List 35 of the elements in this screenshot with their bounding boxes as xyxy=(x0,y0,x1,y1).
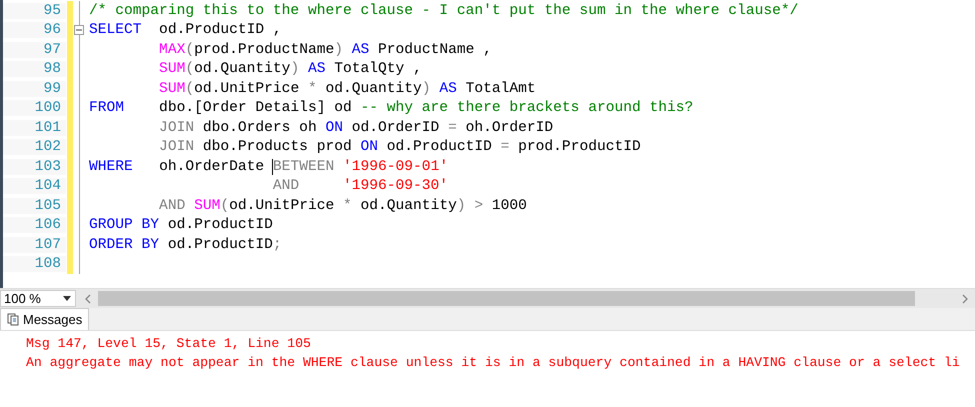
line-number: 105 xyxy=(3,198,66,214)
code-line: WHERE oh.OrderDate BETWEEN '1996-09-01' xyxy=(88,158,448,175)
line-number: 106 xyxy=(3,217,66,234)
code-line: JOIN dbo.Orders oh ON od.OrderID = oh.OrderID xyxy=(158,120,554,136)
line-number: 98 xyxy=(3,61,66,78)
error-message: Msg 147, Level 15, State 1, Line 105 xyxy=(26,335,312,353)
scrollbar-thumb[interactable] xyxy=(98,291,915,306)
error-message: An aggregate may not appear in the WHERE clause unless it is in a subquery contained in a HAVING clause or a select li xyxy=(26,354,961,372)
line-number: 108 xyxy=(3,256,66,272)
caret-icon xyxy=(63,296,71,301)
code-line: SUM(od.UnitPrice * od.Quantity) AS TotalAmt xyxy=(158,80,536,97)
code-line: SELECT od.ProductID , xyxy=(88,22,282,38)
zoom-dropdown[interactable]: 100 % xyxy=(0,290,76,307)
line-number: 101 xyxy=(3,120,66,136)
code-line: SUM(od.Quantity) AS TotalQty , xyxy=(158,61,422,78)
line-number: 100 xyxy=(3,100,66,116)
collapse-icon[interactable] xyxy=(74,25,84,36)
line-number: 99 xyxy=(3,80,66,97)
code-line: MAX(prod.ProductName) AS ProductName , xyxy=(158,42,492,58)
line-number: 107 xyxy=(3,236,66,253)
line-number: 97 xyxy=(3,42,66,58)
line-number: 102 xyxy=(3,139,66,156)
document-icon xyxy=(7,313,19,326)
code-line: JOIN dbo.Products prod ON od.ProductID = prod.ProductID xyxy=(158,139,641,156)
code-line: ORDER BY od.ProductID; xyxy=(88,236,282,253)
code-line: AND '1996-09-30' xyxy=(272,178,448,194)
messages-tab[interactable]: Messages xyxy=(0,308,90,330)
code-line: GROUP BY od.ProductID xyxy=(88,217,273,234)
line-number: 96 xyxy=(3,22,66,38)
line-number: 95 xyxy=(3,2,66,19)
code-line: AND SUM(od.UnitPrice * od.Quantity) > 1000 xyxy=(158,198,527,214)
line-number: 104 xyxy=(3,178,66,194)
code-line: /* comparing this to the where clause - I can't put the sum in the where clause*/ xyxy=(88,2,798,19)
code-line: FROM dbo.[Order Details] od -- why are there brackets around this? xyxy=(88,100,694,116)
line-number: 103 xyxy=(3,158,66,175)
